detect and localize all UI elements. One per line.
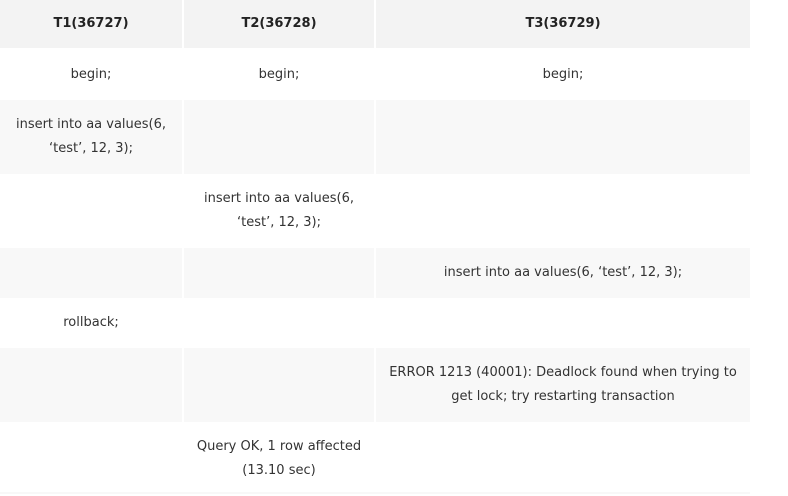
cell-t2 bbox=[184, 298, 376, 348]
cell-t1: rollback; bbox=[0, 298, 184, 348]
page: T1(36727) T2(36728) T3(36729) begin; beg… bbox=[0, 0, 788, 496]
cell-t1 bbox=[0, 174, 184, 248]
cell-t2: begin; bbox=[184, 50, 376, 100]
header-row: T1(36727) T2(36728) T3(36729) bbox=[0, 0, 750, 50]
header-t2: T2(36728) bbox=[184, 0, 376, 50]
cell-t3 bbox=[376, 422, 750, 496]
cell-t1: insert into aa values(6, ‘test’, 12, 3); bbox=[0, 100, 184, 174]
cell-t2: Query OK, 1 row affected (13.10 sec) bbox=[184, 422, 376, 496]
table-row: rollback; bbox=[0, 298, 750, 348]
transaction-table: T1(36727) T2(36728) T3(36729) begin; beg… bbox=[0, 0, 750, 496]
cell-t1: begin; bbox=[0, 50, 184, 100]
cell-t3 bbox=[376, 174, 750, 248]
table-row: insert into aa values(6, ‘test’, 12, 3); bbox=[0, 248, 750, 298]
cell-t2: insert into aa values(6, ‘test’, 12, 3); bbox=[184, 174, 376, 248]
table-row: ERROR 1213 (40001): Deadlock found when … bbox=[0, 348, 750, 422]
page-gutter bbox=[750, 0, 788, 494]
header-t1: T1(36727) bbox=[0, 0, 184, 50]
header-t3: T3(36729) bbox=[376, 0, 750, 50]
table-row: Query OK, 1 row affected (13.10 sec) bbox=[0, 422, 750, 496]
table-body: begin; begin; begin; insert into aa valu… bbox=[0, 50, 750, 496]
table-row: insert into aa values(6, ‘test’, 12, 3); bbox=[0, 174, 750, 248]
cell-t3 bbox=[376, 100, 750, 174]
table-header: T1(36727) T2(36728) T3(36729) bbox=[0, 0, 750, 50]
table-row: insert into aa values(6, ‘test’, 12, 3); bbox=[0, 100, 750, 174]
cell-t3: ERROR 1213 (40001): Deadlock found when … bbox=[376, 348, 750, 422]
cell-t1 bbox=[0, 348, 184, 422]
cell-t3 bbox=[376, 298, 750, 348]
cell-t3: insert into aa values(6, ‘test’, 12, 3); bbox=[376, 248, 750, 298]
cell-t1 bbox=[0, 248, 184, 298]
cell-t2 bbox=[184, 100, 376, 174]
cell-t3: begin; bbox=[376, 50, 750, 100]
table-row: begin; begin; begin; bbox=[0, 50, 750, 100]
cell-t2 bbox=[184, 248, 376, 298]
cell-t1 bbox=[0, 422, 184, 496]
cell-t2 bbox=[184, 348, 376, 422]
